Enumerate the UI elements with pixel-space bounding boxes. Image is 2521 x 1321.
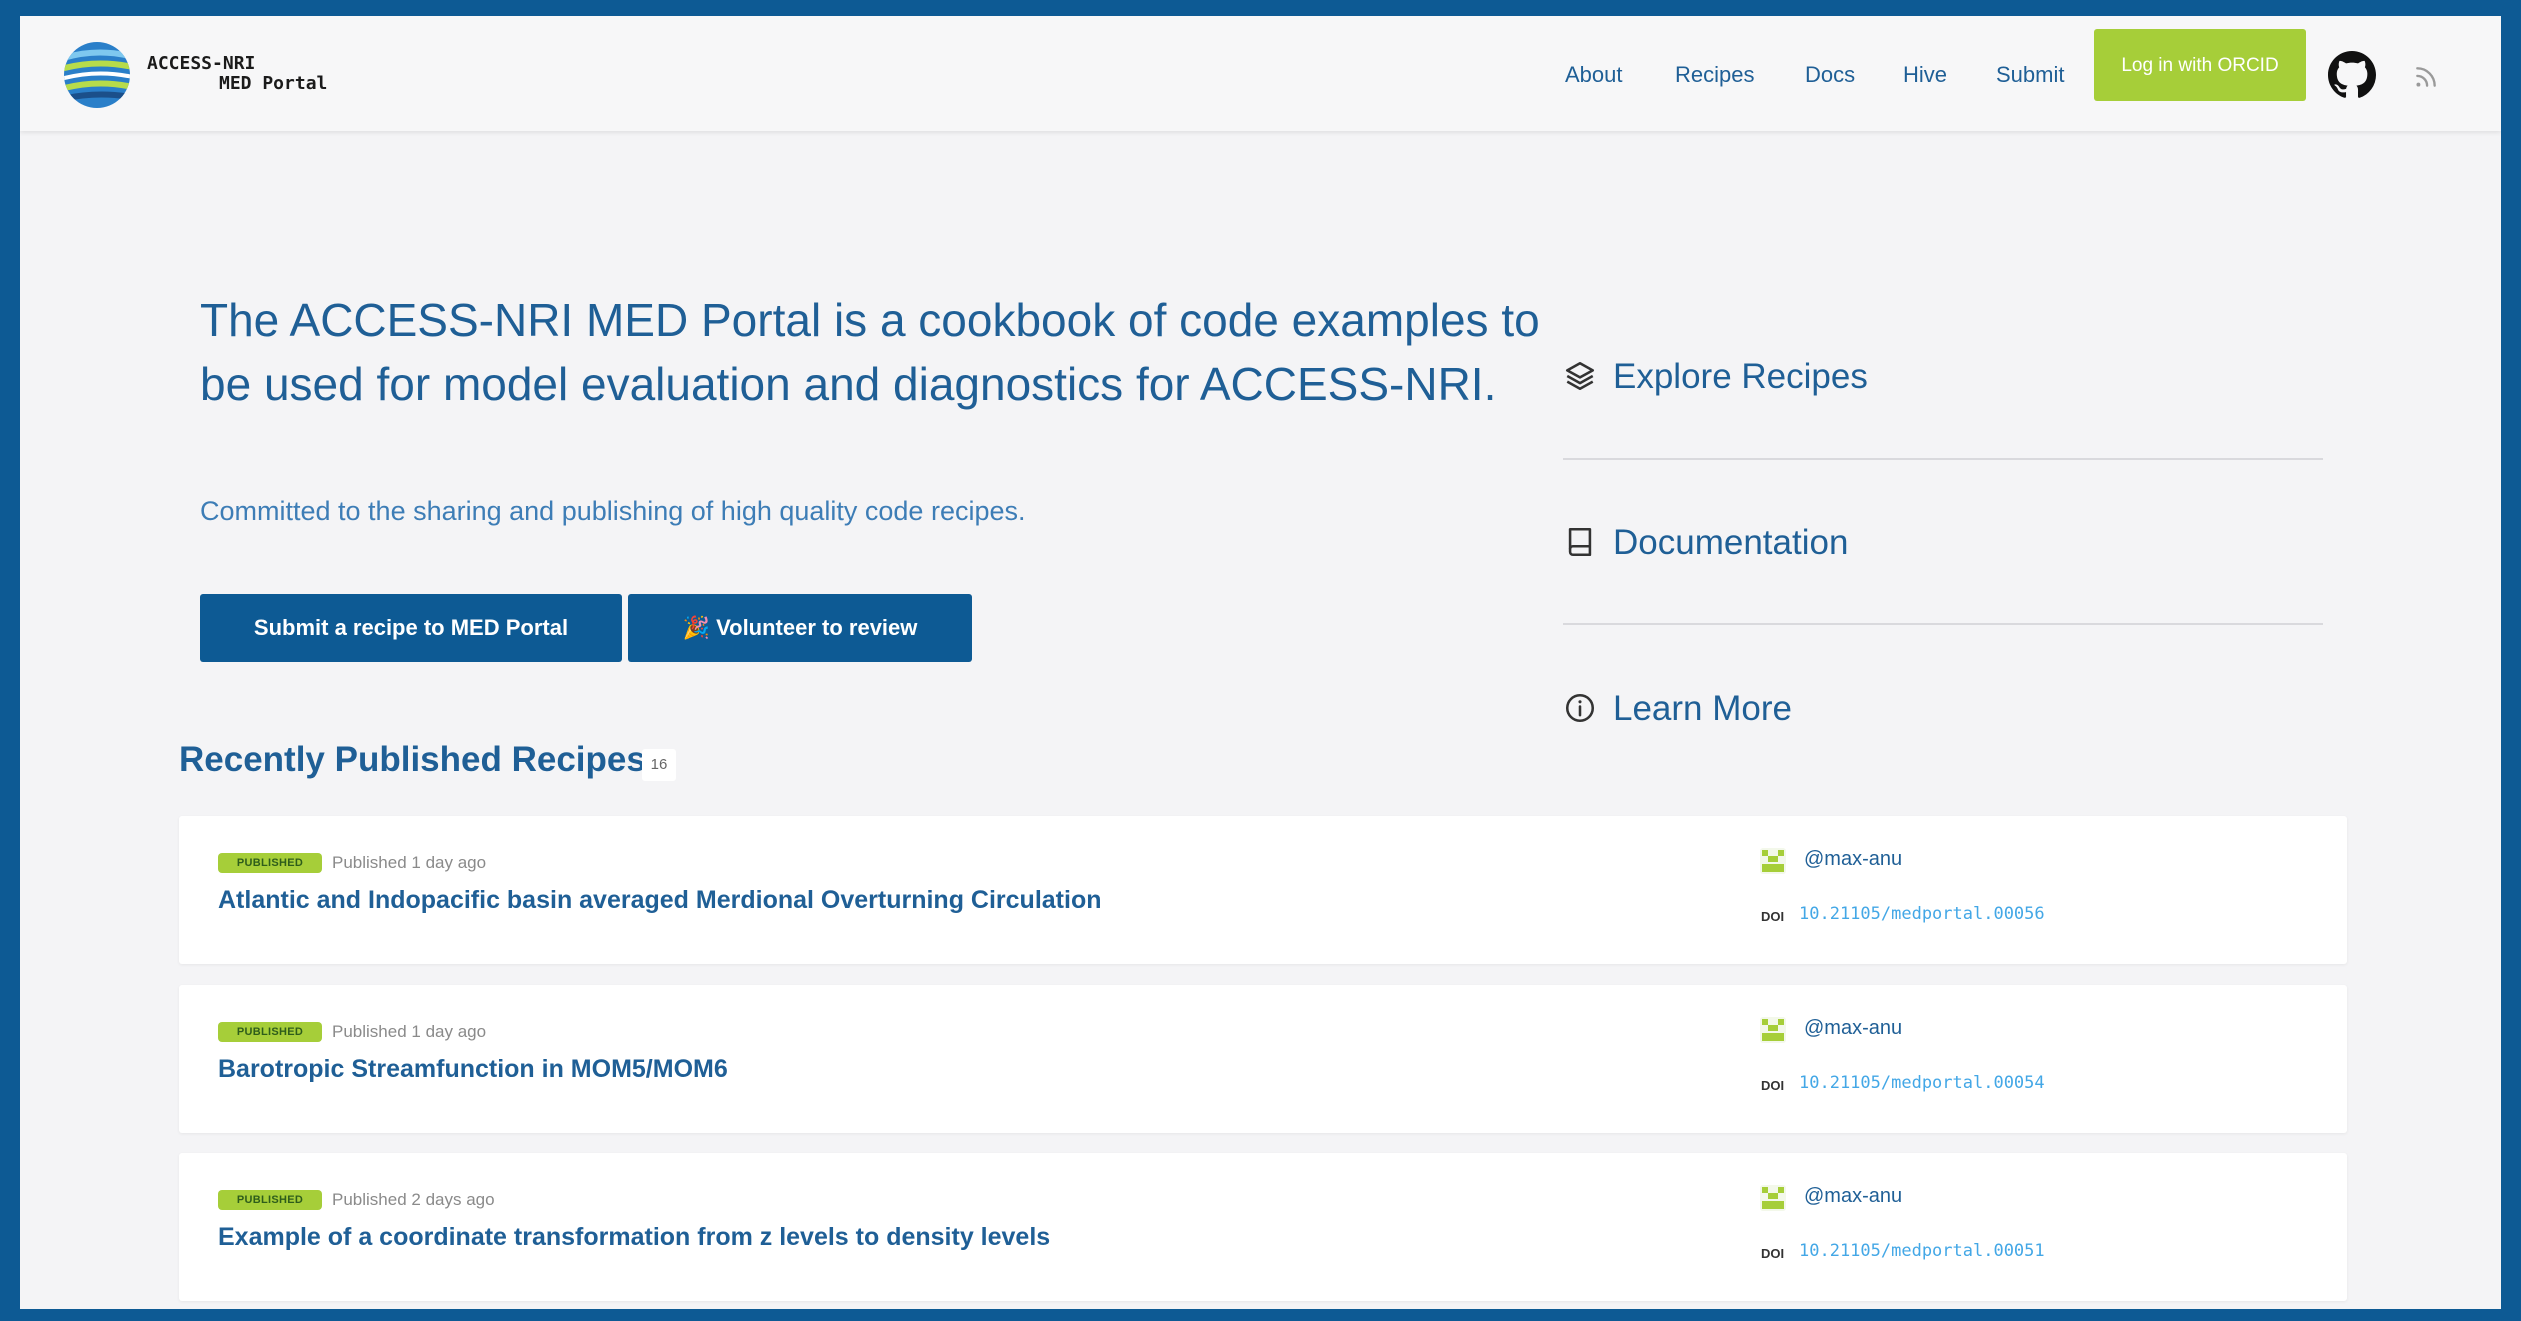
avatar-icon[interactable] bbox=[1758, 1015, 1788, 1045]
page-frame: ACCESS-NRI MED Portal About Recipes Docs… bbox=[20, 16, 2501, 1309]
hero-subtitle: Committed to the sharing and publishing … bbox=[200, 496, 1026, 526]
nav-about[interactable]: About bbox=[1565, 62, 1623, 88]
hero-title: The ACCESS-NRI MED Portal is a cookbook … bbox=[200, 294, 1540, 410]
status-badge: PUBLISHED bbox=[218, 853, 322, 873]
doi-link[interactable]: 10.21105/medportal.00051 bbox=[1799, 1241, 2045, 1261]
recipe-count-badge: 16 bbox=[642, 749, 676, 781]
layers-icon bbox=[1565, 361, 1595, 391]
nav-recipes[interactable]: Recipes bbox=[1675, 62, 1754, 88]
brand-line-2: MED Portal bbox=[219, 73, 328, 94]
doi-label: DOI bbox=[1761, 1246, 1785, 1261]
doi-label: DOI bbox=[1761, 909, 1785, 924]
info-icon bbox=[1565, 693, 1595, 723]
learn-more-link[interactable]: Learn More bbox=[1563, 677, 2323, 737]
side-divider bbox=[1563, 623, 2323, 625]
brand-line-1: ACCESS-NRI bbox=[147, 53, 256, 74]
submit-recipe-button[interactable]: Submit a recipe to MED Portal bbox=[200, 594, 622, 662]
recipe-title-link[interactable]: Example of a coordinate transformation f… bbox=[218, 1223, 1050, 1252]
login-orcid-button[interactable]: Log in with ORCID bbox=[2094, 29, 2306, 101]
explore-recipes-link[interactable]: Explore Recipes bbox=[1563, 345, 2323, 405]
nav-submit[interactable]: Submit bbox=[1996, 62, 2064, 88]
author-link[interactable]: @max-anu bbox=[1804, 848, 1902, 871]
doi-label: DOI bbox=[1761, 1078, 1785, 1093]
documentation-label: Documentation bbox=[1613, 523, 1849, 562]
recipe-title-link[interactable]: Atlantic and Indopacific basin averaged … bbox=[218, 886, 1101, 915]
avatar-icon[interactable] bbox=[1758, 1183, 1788, 1213]
github-icon[interactable] bbox=[2328, 51, 2376, 99]
top-navbar: ACCESS-NRI MED Portal About Recipes Docs… bbox=[20, 16, 2501, 131]
doi-link[interactable]: 10.21105/medportal.00054 bbox=[1799, 1073, 2045, 1093]
published-date: Published 1 day ago bbox=[332, 1022, 487, 1041]
published-date: Published 2 days ago bbox=[332, 1190, 495, 1209]
avatar-icon[interactable] bbox=[1758, 846, 1788, 876]
published-date: Published 1 day ago bbox=[332, 853, 487, 872]
explore-recipes-label: Explore Recipes bbox=[1613, 357, 1868, 396]
recipe-card[interactable]: PUBLISHED Published 1 day ago Barotropic… bbox=[179, 985, 2347, 1133]
status-badge: PUBLISHED bbox=[218, 1022, 322, 1042]
recent-recipes-heading: Recently Published Recipes bbox=[179, 740, 646, 779]
recipe-card[interactable]: PUBLISHED Published 2 days ago Example o… bbox=[179, 1153, 2347, 1301]
author-link[interactable]: @max-anu bbox=[1804, 1185, 1902, 1208]
brand-wordmark[interactable]: ACCESS-NRI MED Portal bbox=[147, 54, 327, 94]
nav-docs[interactable]: Docs bbox=[1805, 62, 1855, 88]
volunteer-review-button[interactable]: 🎉 Volunteer to review bbox=[628, 594, 972, 662]
book-icon bbox=[1568, 527, 1592, 557]
nav-hive[interactable]: Hive bbox=[1903, 62, 1947, 88]
doi-link[interactable]: 10.21105/medportal.00056 bbox=[1799, 904, 2045, 924]
recipe-title-link[interactable]: Barotropic Streamfunction in MOM5/MOM6 bbox=[218, 1055, 728, 1084]
author-link[interactable]: @max-anu bbox=[1804, 1017, 1902, 1040]
learn-more-label: Learn More bbox=[1613, 689, 1792, 728]
rss-icon[interactable] bbox=[2413, 64, 2439, 90]
recipe-card[interactable]: PUBLISHED Published 1 day ago Atlantic a… bbox=[179, 816, 2347, 964]
side-divider bbox=[1563, 458, 2323, 460]
documentation-link[interactable]: Documentation bbox=[1563, 511, 2323, 571]
status-badge: PUBLISHED bbox=[218, 1190, 322, 1210]
access-nri-logo-icon[interactable] bbox=[62, 40, 132, 110]
